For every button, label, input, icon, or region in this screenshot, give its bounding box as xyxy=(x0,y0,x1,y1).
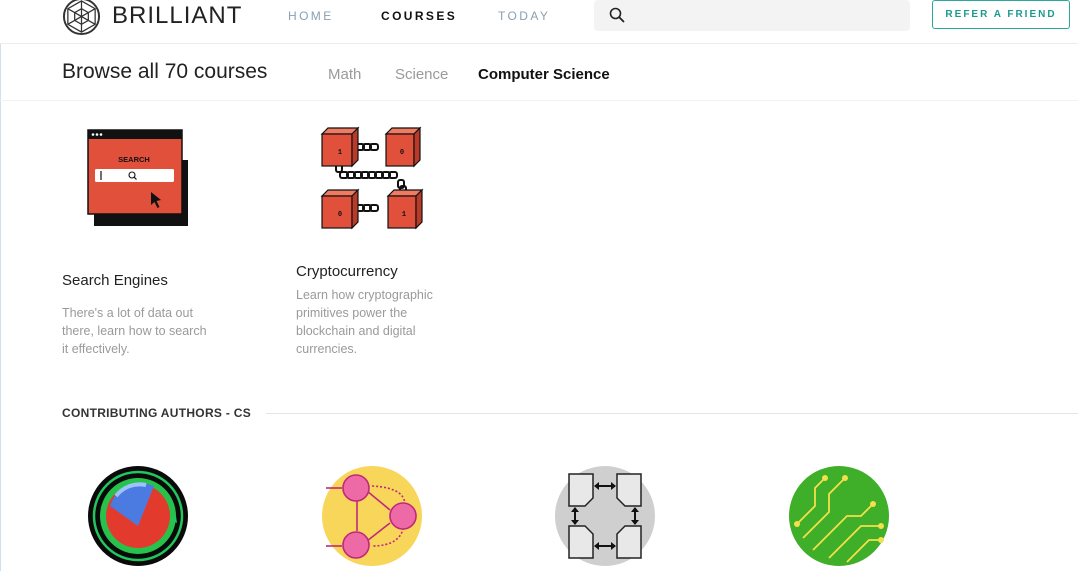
description-line: There's a lot of data out xyxy=(62,306,193,320)
search-icon[interactable] xyxy=(609,7,625,23)
course-description: There's a lot of data out there, learn h… xyxy=(62,304,252,358)
network-switch-avatar-icon[interactable] xyxy=(555,466,655,566)
brilliant-logo-icon[interactable] xyxy=(62,0,101,36)
description-line: primitives power the xyxy=(296,306,408,320)
search-engine-illustration-icon: SEARCH xyxy=(87,129,188,226)
divider xyxy=(266,413,1078,414)
graph-nodes-avatar-icon[interactable] xyxy=(322,466,422,566)
tab-math[interactable]: Math xyxy=(328,66,361,83)
tab-computer-science[interactable]: Computer Science xyxy=(478,66,610,83)
course-title[interactable]: Cryptocurrency xyxy=(296,263,398,280)
refer-a-friend-button[interactable]: REFER A FRIEND xyxy=(932,0,1070,29)
window-edge xyxy=(0,0,1,571)
search-input[interactable] xyxy=(632,4,906,28)
section-heading: CONTRIBUTING AUTHORS - CS xyxy=(62,406,252,420)
brand-name[interactable]: BRILLIANT xyxy=(112,2,242,30)
page-title: Browse all 70 courses xyxy=(62,60,268,83)
block-label: 1 xyxy=(338,149,342,157)
description-line: there, learn how to search xyxy=(62,324,207,338)
divider xyxy=(0,100,1078,101)
description-line: blockchain and digital xyxy=(296,324,416,338)
description-line: Learn how cryptographic xyxy=(296,288,433,302)
block-label: 0 xyxy=(400,149,404,157)
description-line: currencies. xyxy=(296,342,358,356)
tab-science[interactable]: Science xyxy=(395,66,448,83)
sphere-orbit-avatar-icon[interactable] xyxy=(88,466,188,566)
circuit-board-avatar-icon[interactable] xyxy=(789,466,889,566)
nav-courses[interactable]: COURSES xyxy=(381,9,457,23)
nav-home[interactable]: HOME xyxy=(288,9,334,23)
block-label: 0 xyxy=(338,211,342,219)
course-description: Learn how cryptographic primitives power… xyxy=(296,286,486,358)
blockchain-illustration-icon: 1 0 0 1 xyxy=(320,126,424,230)
course-title[interactable]: Search Engines xyxy=(62,272,168,289)
nav-today[interactable]: TODAY xyxy=(498,9,550,23)
search-art-label: SEARCH xyxy=(118,155,150,164)
block-label: 1 xyxy=(402,211,406,219)
description-line: it effectively. xyxy=(62,342,130,356)
